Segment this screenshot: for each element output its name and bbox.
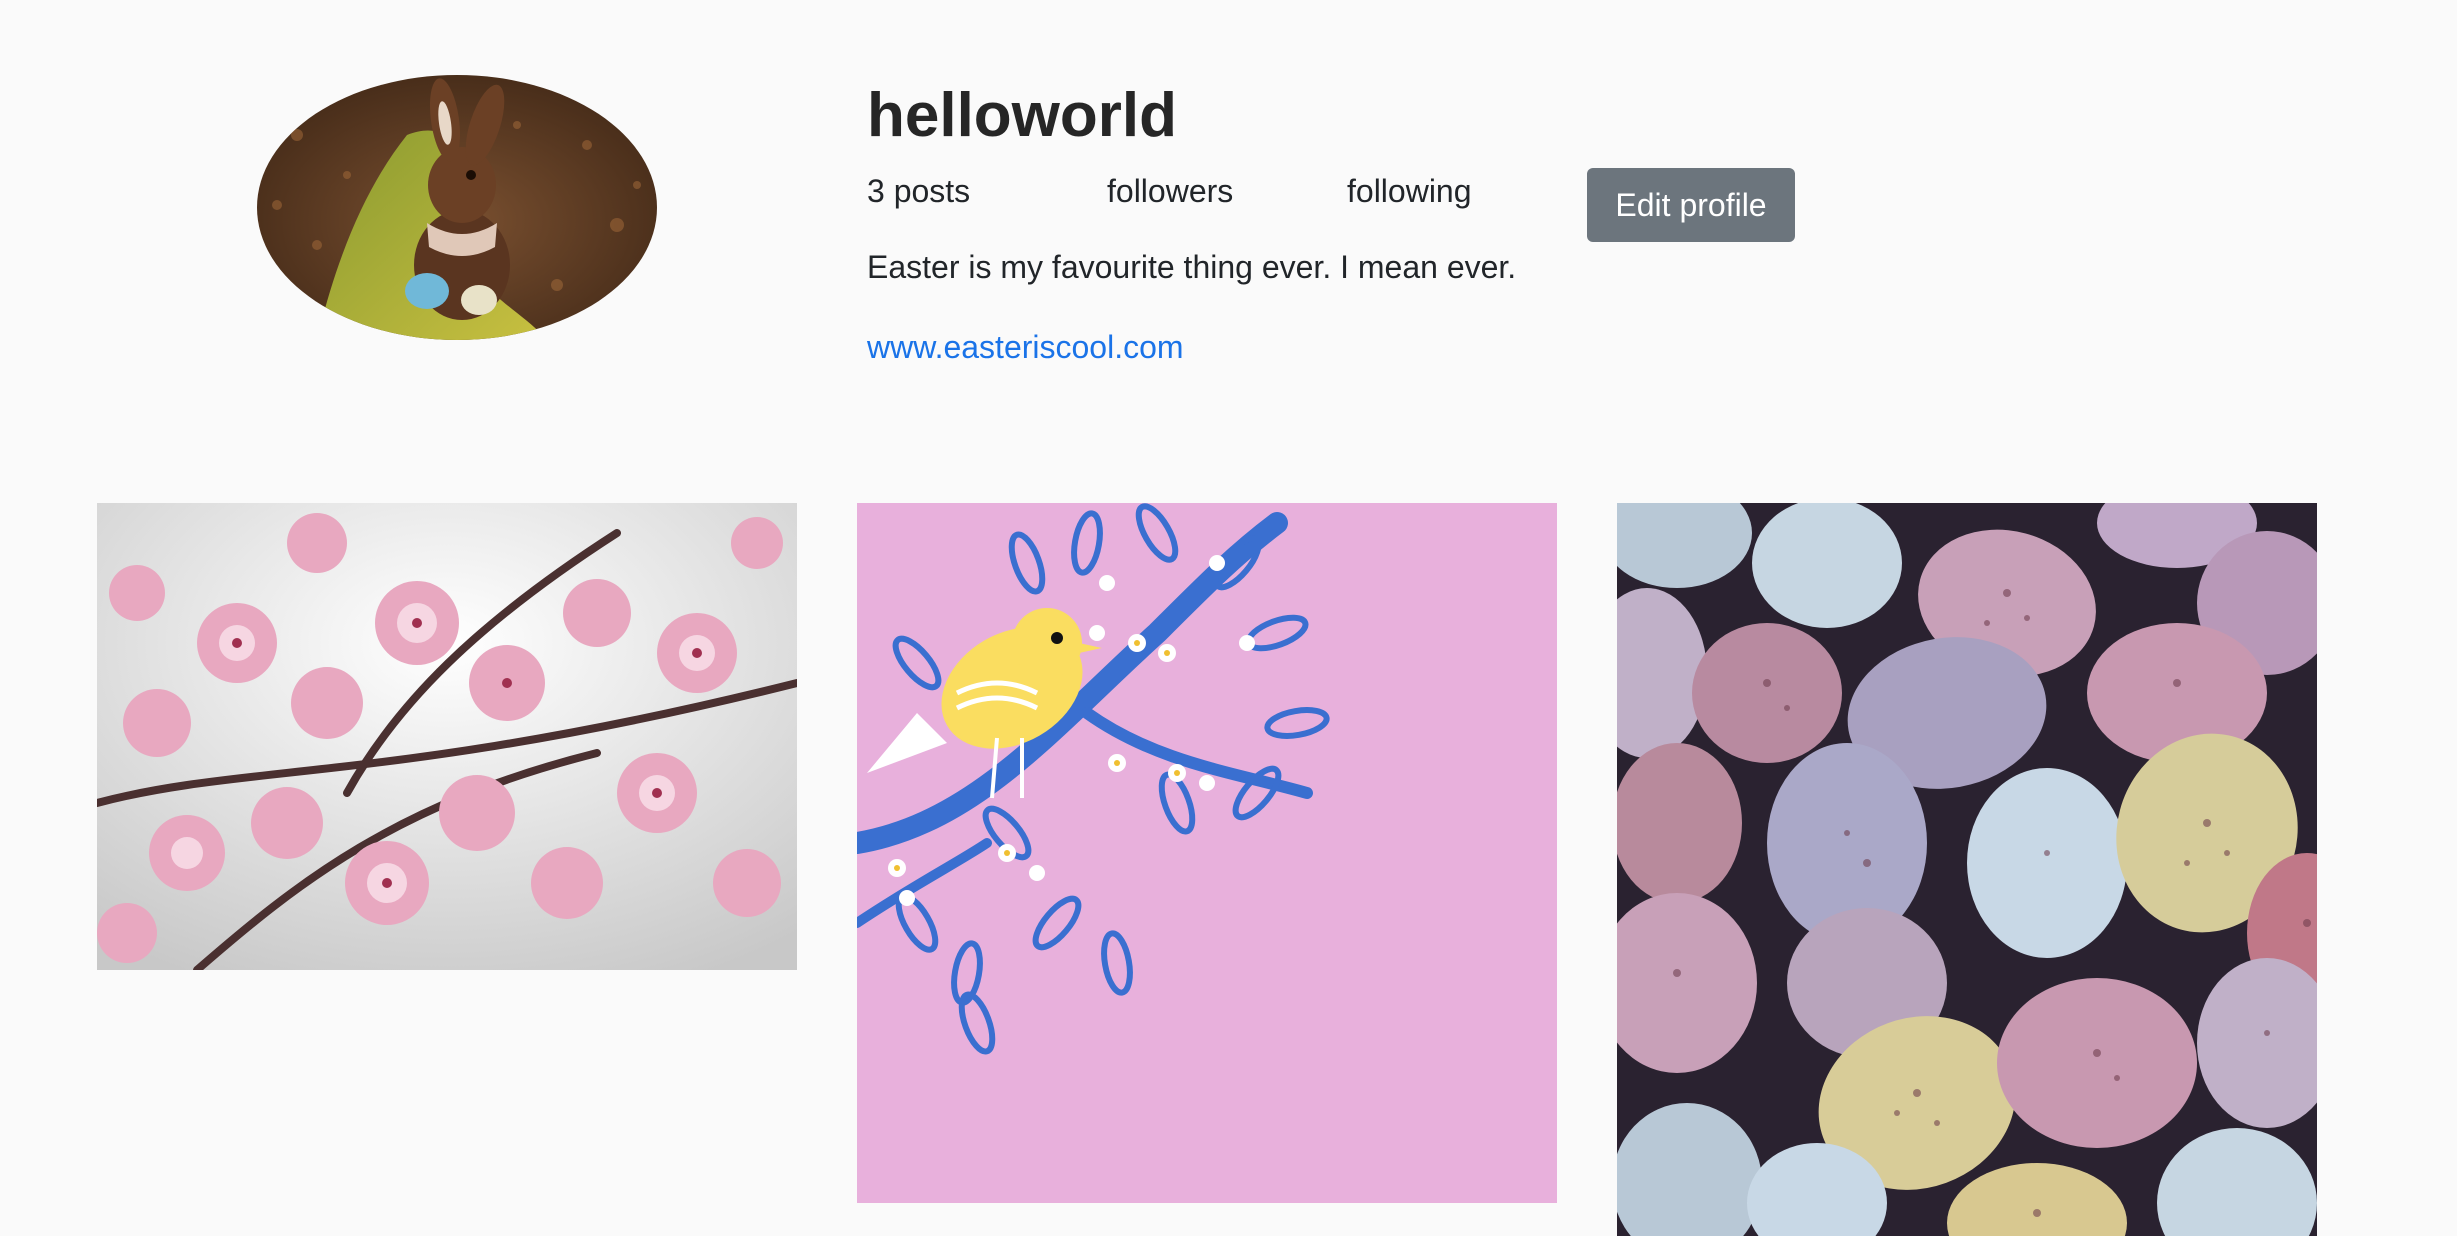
edit-profile-button[interactable]: Edit profile xyxy=(1587,168,1795,242)
following-link[interactable]: following xyxy=(1347,168,1472,214)
posts-count: 3 posts xyxy=(867,173,971,209)
profile-bio: Easter is my favourite thing ever. I mea… xyxy=(867,249,1517,285)
bird-on-branch-icon xyxy=(857,503,1557,1203)
post-thumbnail-3[interactable] xyxy=(1617,503,2317,1236)
profile-website-link[interactable]: www.easteriscool.com xyxy=(867,324,1184,370)
profile-avatar[interactable] xyxy=(257,75,657,340)
followers-link[interactable]: followers xyxy=(1107,168,1233,214)
post-thumbnail-2[interactable] xyxy=(857,503,1557,1203)
cherry-blossom-icon xyxy=(97,503,797,970)
profile-username: helloworld xyxy=(867,81,1177,150)
post-thumbnail-1[interactable] xyxy=(97,503,797,970)
chocolate-bunny-icon xyxy=(257,75,657,340)
easter-eggs-icon xyxy=(1617,503,2317,1236)
